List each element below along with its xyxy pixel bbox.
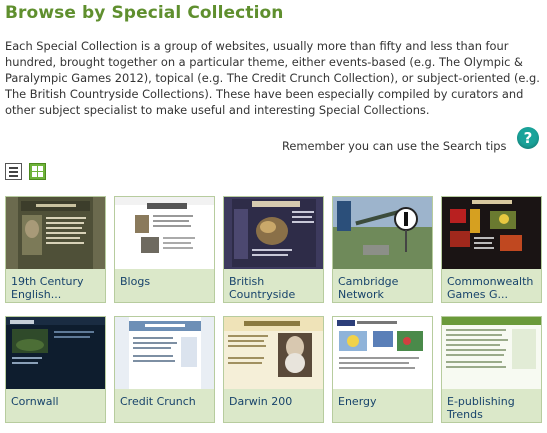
collection-thumbnail xyxy=(115,317,214,389)
collection-tile-credit-crunch[interactable]: Credit Crunch xyxy=(114,316,215,423)
collection-label: E-publishing Trends xyxy=(447,395,515,421)
help-icon[interactable]: ? xyxy=(517,127,539,149)
collection-thumbnail xyxy=(224,197,323,269)
collection-label: Commonwealth Games G... xyxy=(447,275,534,301)
collection-label: Cornwall xyxy=(11,395,59,408)
collection-thumbnail xyxy=(6,317,105,389)
collection-tile-commonwealth-games[interactable]: Commonwealth Games G... xyxy=(441,196,542,303)
collection-tile-energy[interactable]: Energy xyxy=(332,316,433,423)
collection-thumbnail xyxy=(442,197,541,269)
list-view-icon[interactable] xyxy=(5,163,22,180)
collection-thumbnail xyxy=(224,317,323,389)
collection-label: British Countryside xyxy=(229,275,296,301)
collection-thumbnail xyxy=(333,197,432,269)
search-tips-text: Remember you can use the Search tips xyxy=(282,139,507,153)
collection-thumbnail xyxy=(6,197,105,269)
collection-tile-cornwall[interactable]: Cornwall xyxy=(5,316,106,423)
collection-label: Cambridge Network xyxy=(338,275,399,301)
collection-tile-19th-century[interactable]: 19th Century English... xyxy=(5,196,106,303)
collection-label: 19th Century English... xyxy=(11,275,84,301)
collection-label: Energy xyxy=(338,395,377,408)
collection-thumbnail xyxy=(115,197,214,269)
collection-tile-e-publishing-trends[interactable]: E-publishing Trends xyxy=(441,316,542,423)
collection-thumbnail xyxy=(442,317,541,389)
collection-label: Credit Crunch xyxy=(120,395,196,408)
page-title: Browse by Special Collection xyxy=(5,3,284,23)
collection-tile-blogs[interactable]: Blogs xyxy=(114,196,215,303)
collection-tile-darwin-200[interactable]: Darwin 200 xyxy=(223,316,324,423)
grid-view-icon[interactable] xyxy=(29,163,46,180)
collection-label: Darwin 200 xyxy=(229,395,293,408)
collection-tile-british-countryside[interactable]: British Countryside xyxy=(223,196,324,303)
collection-label: Blogs xyxy=(120,275,151,288)
intro-text: Each Special Collection is a group of we… xyxy=(5,39,540,117)
collection-tile-cambridge-network[interactable]: Cambridge Network xyxy=(332,196,433,303)
collection-thumbnail xyxy=(333,317,432,389)
